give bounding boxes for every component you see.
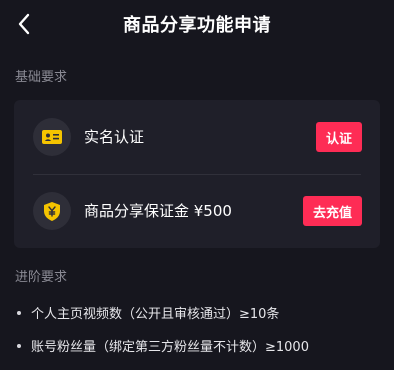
requirement-text: 账号粉丝量（绑定第三方粉丝量不计数）≥1000 (31, 340, 309, 355)
bullet-icon (17, 343, 21, 348)
deposit-label: 商品分享保证金 ¥500 (84, 202, 232, 220)
id-card-icon (42, 130, 62, 144)
shield-yen-icon-wrap (33, 192, 71, 230)
requirement-text: 个人主页视频数（公开且审核通过）≥10条 (31, 307, 280, 322)
advanced-requirements-heading: 进阶要求 (15, 270, 68, 285)
recharge-button[interactable]: 去充值 (302, 196, 362, 226)
requirement-item: 个人主页视频数（公开且审核通过）≥10条 (15, 303, 279, 322)
basic-requirements-heading: 基础要求 (15, 70, 68, 85)
requirement-item: 账号粉丝量（绑定第三方粉丝量不计数）≥1000 (15, 336, 309, 355)
top-bar: 商品分享功能申请 (0, 0, 394, 50)
bullet-icon (17, 310, 21, 315)
deposit-row: 商品分享保证金 ¥500 去充值 (14, 174, 380, 248)
real-name-row: 实名认证 认证 (14, 100, 380, 174)
verify-button[interactable]: 认证 (315, 122, 362, 152)
real-name-label: 实名认证 (84, 128, 145, 146)
page-title: 商品分享功能申请 (123, 15, 271, 36)
shield-yen-icon (44, 201, 60, 221)
basic-requirements-card: 实名认证 认证 商品分享保证金 ¥500 去充值 (14, 100, 380, 248)
id-card-icon-wrap (33, 118, 71, 156)
